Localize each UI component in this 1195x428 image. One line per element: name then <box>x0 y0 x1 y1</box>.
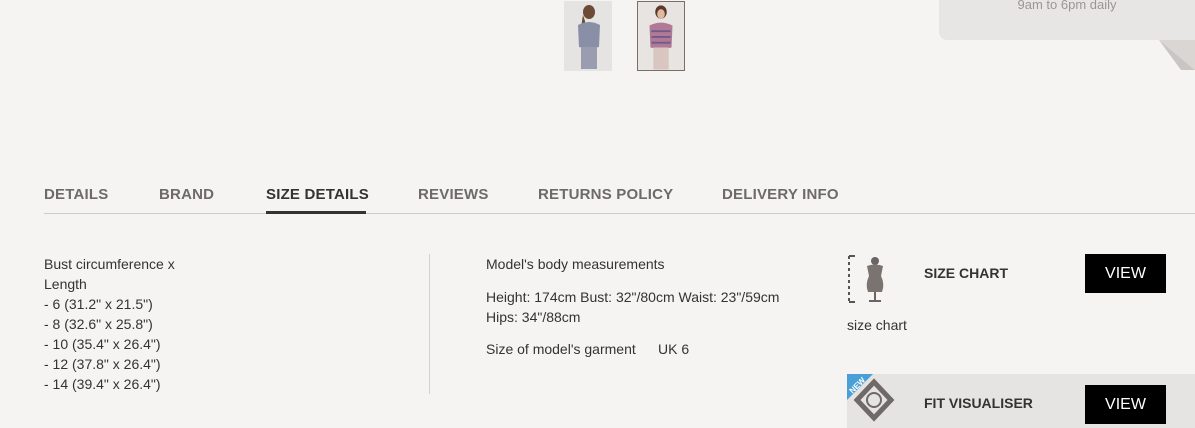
size-item: - 12 (37.8" x 26.4") <box>44 356 161 372</box>
product-image-back <box>564 1 612 71</box>
tab-returns-policy[interactable]: RETURNS POLICY <box>538 186 673 203</box>
product-image-front <box>638 2 684 70</box>
model-garment-label: Size of model's garment <box>486 341 636 357</box>
tab-delivery-info[interactable]: DELIVERY INFO <box>722 186 839 203</box>
thumbnail-front-view[interactable] <box>637 1 685 71</box>
active-tab-indicator <box>266 211 366 214</box>
contact-hours-text: 9am to 6pm daily <box>1017 0 1117 12</box>
size-item: - 14 (39.4" x 26.4") <box>44 376 161 392</box>
model-measurements-heading: Model's body measurements <box>486 256 665 272</box>
tab-size-details[interactable]: SIZE DETAILS <box>266 186 369 203</box>
size-details-heading-1: Bust circumference x <box>44 256 175 272</box>
tabs-divider <box>44 213 1195 214</box>
size-details-heading-2: Length <box>44 276 87 292</box>
tab-reviews[interactable]: REVIEWS <box>418 186 489 203</box>
size-chart-caption[interactable]: size chart <box>847 315 907 335</box>
page-fold-icon <box>1159 40 1195 70</box>
thumbnail-back-view[interactable] <box>564 1 612 71</box>
model-garment-size: UK 6 <box>658 341 690 357</box>
size-item: - 10 (35.4" x 26.4") <box>44 336 161 352</box>
model-measurements-line2: Hips: 34"/88cm <box>486 309 581 325</box>
size-details-list: Bust circumference x Length - 6 (31.2" x… <box>44 254 175 394</box>
contact-hours-panel: 9am to 6pm daily <box>939 0 1195 40</box>
model-measurements-line1: Height: 174cm Bust: 32"/80cm Waist: 23"/… <box>486 289 780 305</box>
mannequin-icon <box>848 255 884 303</box>
fit-visualiser-view-button[interactable]: VIEW <box>1085 385 1166 424</box>
size-chart-view-button[interactable]: VIEW <box>1085 254 1166 293</box>
size-chart-title: SIZE CHART <box>924 265 1008 281</box>
column-divider <box>429 254 430 394</box>
tab-brand[interactable]: BRAND <box>159 186 214 203</box>
fit-visualiser-title: FIT VISUALISER <box>924 395 1033 411</box>
size-item: - 6 (31.2" x 21.5") <box>44 296 153 312</box>
tab-details[interactable]: DETAILS <box>44 186 108 203</box>
size-item: - 8 (32.6" x 25.8") <box>44 316 153 332</box>
